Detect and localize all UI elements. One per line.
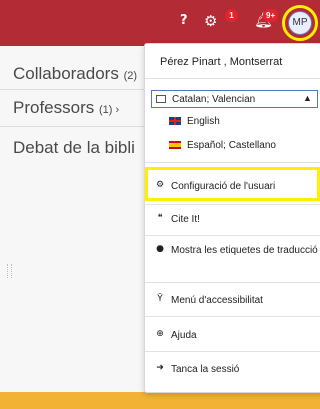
window-icon — [156, 95, 166, 103]
uk-flag-icon — [169, 117, 181, 125]
globe-icon: ● — [156, 244, 164, 254]
language-option-label: Español; Castellano — [187, 140, 276, 151]
language-select-value: Catalan; Valencian — [172, 94, 256, 105]
quote-icon: ❝ — [157, 213, 163, 223]
menu-item-label: Cite It! — [171, 214, 200, 225]
notification-badge: 1 — [225, 9, 238, 22]
divider — [0, 89, 150, 90]
drag-handle-icon[interactable] — [7, 264, 12, 278]
user-menu-dropdown: Pérez Pinart , Montserrat Catalan; Valen… — [144, 43, 320, 393]
spain-flag-icon — [169, 141, 181, 149]
menu-item-label: Menú d'accessibilitat — [171, 295, 263, 306]
divider — [145, 162, 320, 163]
list-item[interactable]: Collaboradors (2) — [13, 64, 137, 84]
language-option-label: English — [187, 116, 220, 127]
avatar[interactable]: MP — [288, 11, 312, 35]
divider — [145, 282, 320, 283]
list-item[interactable]: Professors (1) › — [13, 98, 119, 118]
settings-highlight — [145, 167, 320, 201]
logout-icon: ➜ — [156, 363, 164, 373]
menu-item-label: Tanca la sessió — [171, 364, 240, 375]
list-item-label: Debat de la bibli — [13, 138, 135, 157]
menu-item-label: Ajuda — [171, 330, 197, 341]
messages-badge: 9+ — [263, 9, 279, 22]
list-item-count: (1) › — [98, 104, 120, 116]
lifebuoy-icon: ⊕ — [156, 329, 164, 339]
divider — [0, 126, 150, 127]
user-name: Pérez Pinart , Montserrat — [160, 56, 283, 68]
menu-item-label: Mostra les etiquetes de traducció — [171, 245, 318, 256]
divider — [145, 316, 320, 317]
caret-up-icon: ▲ — [303, 93, 312, 103]
gear-icon[interactable]: ⚙ — [204, 12, 217, 30]
list-item[interactable]: Debat de la bibli — [13, 138, 135, 158]
help-icon[interactable]: ? — [180, 13, 188, 28]
accessibility-icon: Ÿ — [157, 294, 163, 304]
list-item-label: Professors — [13, 98, 95, 117]
divider — [145, 351, 320, 352]
language-select[interactable]: Catalan; Valencian ▲ — [151, 90, 318, 108]
divider — [145, 235, 320, 236]
avatar-highlight: MP — [282, 5, 318, 41]
list-item-count: (2) — [123, 70, 138, 82]
divider — [145, 204, 320, 205]
list-item-label: Collaboradors — [13, 64, 119, 83]
divider — [145, 78, 320, 79]
top-header: ? ⚙ 1 🔔︎ 9+ MP — [0, 0, 320, 46]
